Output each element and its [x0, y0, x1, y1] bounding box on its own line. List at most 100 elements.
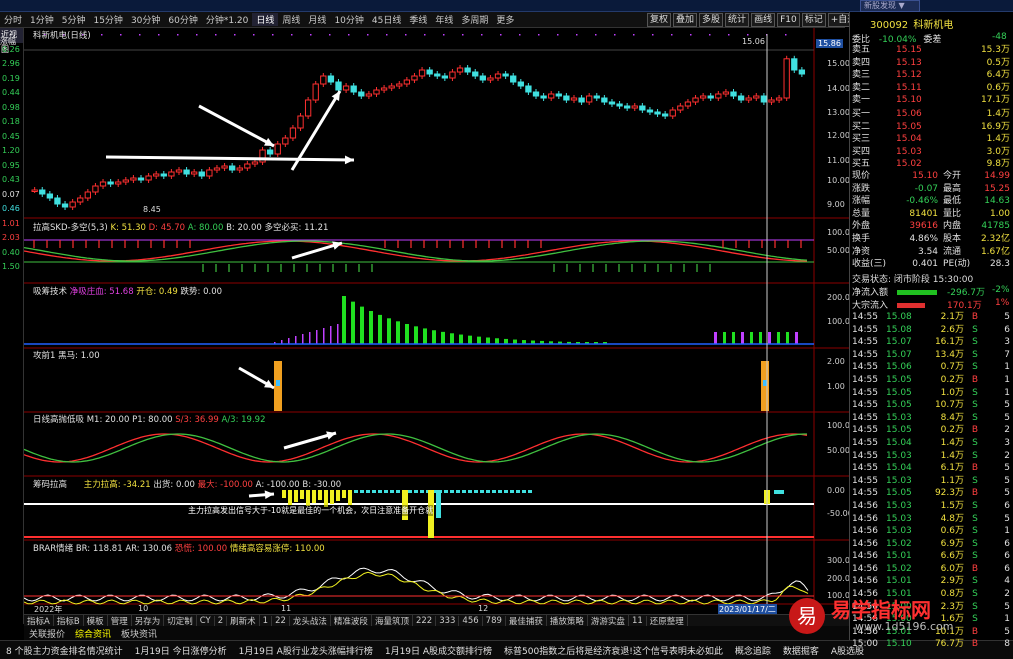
indicator-tab[interactable]: 最佳捕获	[506, 615, 547, 626]
period-tab[interactable]: 1分钟	[26, 13, 58, 26]
indicator-tab[interactable]: 指标A	[24, 615, 54, 626]
left-value[interactable]: 0.19	[1, 72, 23, 87]
info-tab[interactable]: 板块资讯	[116, 627, 162, 640]
trade-volume: 13.4万	[934, 349, 964, 360]
ticker-item[interactable]: 概念追踪	[729, 644, 777, 657]
left-value[interactable]: 0.44	[1, 86, 23, 101]
left-value[interactable]: 0.45	[1, 130, 23, 145]
candle	[61, 203, 69, 208]
indicator-tab[interactable]: 1	[260, 615, 273, 626]
period-tab[interactable]: 更多	[492, 13, 518, 26]
info-tab[interactable]: 关联报价	[24, 627, 70, 640]
indicator-tab[interactable]: 海量筑顶	[372, 615, 413, 626]
left-value[interactable]: 0.40	[1, 246, 23, 261]
left-value[interactable]: 0.95	[1, 159, 23, 174]
indicator-tab[interactable]: 刷新术	[227, 615, 260, 626]
left-value[interactable]: 0.07	[1, 188, 23, 203]
signal-dot	[272, 34, 274, 36]
left-value[interactable]: 0.46	[1, 202, 23, 217]
trade-time: 14:55	[852, 337, 878, 348]
ticker-item[interactable]: 1月19日 A股行业龙头涨幅排行榜	[233, 644, 379, 657]
trade-price: 15.02	[886, 538, 912, 549]
indicator-tab[interactable]: 模板	[84, 615, 108, 626]
left-value[interactable]: 1.20	[1, 144, 23, 159]
candle	[494, 73, 502, 79]
trade-row: 14:56 15.02 6.0万 B 6	[851, 563, 1011, 576]
indicator-tab[interactable]: 还原整理	[647, 615, 688, 626]
period-tab[interactable]: 年线	[431, 13, 457, 26]
info-tab[interactable]: 综合资讯	[70, 627, 116, 640]
ticker-item[interactable]: 1月19日 A股成交额排行榜	[379, 644, 498, 657]
indicator-tab[interactable]: 切定制	[164, 615, 197, 626]
left-value[interactable]: 1.01	[1, 217, 23, 232]
toolbar-button[interactable]: 多股	[699, 13, 724, 27]
ticker-item[interactable]: 标普500指数之后将是经济衰退!这个信号表明未必如此	[498, 644, 729, 657]
ticker-item[interactable]: 1月19日 今日涨停分析	[129, 644, 233, 657]
period-tab[interactable]: 月线	[304, 13, 330, 26]
indicator-tab[interactable]: 2	[215, 615, 228, 626]
trade-price: 15.03	[886, 500, 912, 511]
toolbar-button[interactable]: 画线	[751, 13, 776, 27]
candle	[639, 105, 646, 111]
candle	[418, 69, 426, 77]
trade-count: 6	[1004, 500, 1010, 511]
toolbar-button[interactable]: 复权	[647, 13, 672, 27]
indicator-tab[interactable]: 11	[629, 615, 647, 626]
indicator-tab[interactable]: 222	[413, 615, 437, 626]
indicator-tab[interactable]: 22	[272, 615, 290, 626]
period-tab[interactable]: 多周期	[457, 13, 492, 26]
period-tab[interactable]: 周线	[278, 13, 304, 26]
left-value[interactable]: 0.98	[1, 101, 23, 116]
trade-count: 2	[1004, 589, 1010, 600]
indicator-tab[interactable]: CY	[197, 615, 215, 626]
period-tab[interactable]: 日线	[252, 13, 279, 26]
candle	[791, 58, 798, 71]
toolbar-button[interactable]: 叠加	[673, 13, 698, 27]
period-tab[interactable]: 季线	[405, 13, 431, 26]
toolbar-button[interactable]: 标记	[801, 13, 826, 27]
ticker-item[interactable]: 8 个股主力资金排名情况统计	[0, 644, 129, 657]
left-value[interactable]: 0.43	[1, 173, 23, 188]
indicator-tab[interactable]: 789	[483, 615, 506, 626]
period-tab[interactable]: 60分钟	[164, 13, 201, 26]
purple-bar	[330, 326, 332, 344]
trade-side: B	[971, 639, 979, 650]
period-tab[interactable]: 10分钟	[330, 13, 367, 26]
period-tab[interactable]: 分钟*1.20	[202, 13, 253, 26]
left-value[interactable]: 2.03	[1, 231, 23, 246]
search-box[interactable]: 新股发现 ▼	[860, 0, 920, 12]
volume-bar	[723, 332, 726, 344]
indicator-tab[interactable]: 指标B	[54, 615, 84, 626]
trade-volume: 92.3万	[934, 488, 964, 499]
left-value[interactable]: 1.50	[1, 260, 23, 275]
trade-side: S	[972, 500, 978, 511]
trade-row: 14:56 15.01 6.6万 S 6	[851, 550, 1011, 563]
period-tab[interactable]: 5分钟	[58, 13, 90, 26]
indicator-tab[interactable]: 精准波段	[331, 615, 372, 626]
indicator-tab[interactable]: 333	[436, 615, 460, 626]
period-tab[interactable]: 45日线	[368, 13, 405, 26]
trade-time: 14:55	[852, 450, 878, 461]
indicator-tab[interactable]: 播放策略	[547, 615, 588, 626]
indicator-tab[interactable]: 龙头战法	[290, 615, 331, 626]
ticker-item[interactable]: 数据掘客	[777, 644, 825, 657]
left-value[interactable]: 2.96	[1, 57, 23, 72]
period-tab[interactable]: 分时	[0, 13, 26, 26]
indicator-tab[interactable]: 管理	[108, 615, 132, 626]
toolbar-button[interactable]: 统计	[725, 13, 750, 27]
indicator-tab[interactable]: 另存为	[132, 615, 165, 626]
stat-value: 81401	[909, 208, 939, 219]
period-tab[interactable]: 30分钟	[127, 13, 164, 26]
order-volume: 3.0万	[986, 146, 1010, 157]
toolbar-button[interactable]: F10	[777, 13, 800, 27]
volume-bar	[432, 330, 436, 344]
indicator-tab[interactable]: 456	[459, 615, 483, 626]
stat-row: 涨跌 -0.07 最高 15.25	[851, 183, 1011, 196]
left-value[interactable]: 0.18	[1, 115, 23, 130]
indicator-tab[interactable]: 游游实盘	[588, 615, 629, 626]
period-tab[interactable]: 15分钟	[89, 13, 126, 26]
chart-area[interactable]	[24, 28, 849, 614]
bar-cyan	[456, 490, 460, 493]
bar-cyan	[774, 490, 784, 494]
signal-dot	[367, 34, 369, 36]
